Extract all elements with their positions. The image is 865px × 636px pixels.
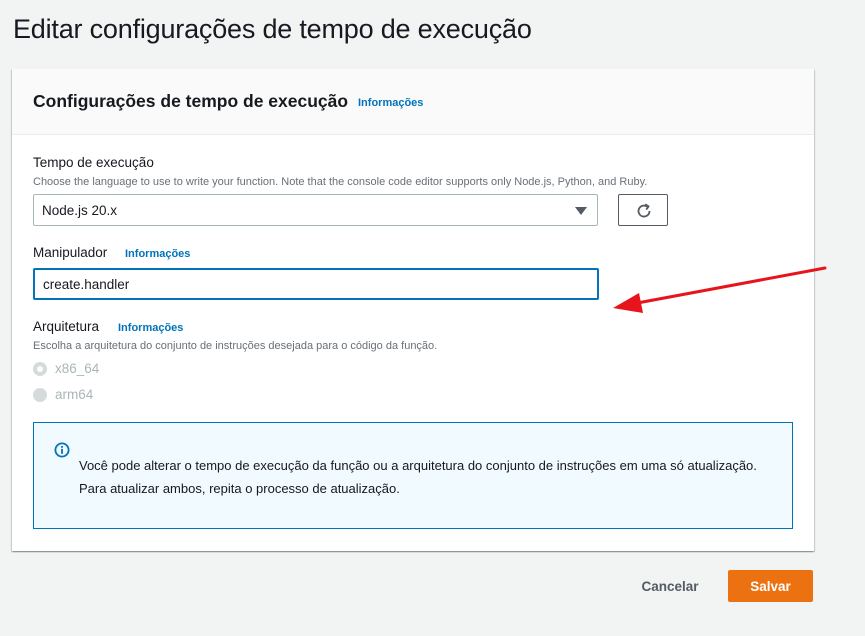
architecture-description: Escolha a arquitetura do conjunto de ins… (33, 340, 438, 352)
radio-x86-64[interactable] (33, 362, 47, 376)
info-alert-text: Você pode alterar o tempo de execução da… (79, 458, 757, 496)
card-header: Configurações de tempo de execução Infor… (12, 69, 814, 135)
radio-label-x86-64: x86_64 (55, 361, 100, 376)
radio-arm64[interactable] (33, 388, 47, 402)
page-title: Editar configurações de tempo de execuçã… (13, 14, 532, 44)
handler-label: Manipulador (33, 245, 108, 260)
runtime-settings-card: Configurações de tempo de execução Infor… (12, 69, 814, 551)
card-title: Configurações de tempo de execução (33, 91, 349, 111)
info-icon (54, 442, 70, 458)
radio-label-arm64: arm64 (55, 387, 94, 402)
handler-info-link[interactable]: Informações (125, 248, 190, 260)
caret-down-icon (575, 207, 587, 215)
save-button[interactable]: Salvar (728, 570, 813, 602)
runtime-select[interactable]: Node.js 20.x (33, 194, 598, 226)
runtime-description: Choose the language to use to write your… (33, 176, 648, 188)
handler-input[interactable] (33, 268, 599, 300)
runtime-label: Tempo de execução (33, 155, 154, 170)
cancel-button[interactable]: Cancelar (628, 570, 712, 602)
card-info-link[interactable]: Informações (358, 97, 423, 109)
info-alert: Você pode alterar o tempo de execução da… (33, 422, 793, 529)
runtime-select-value: Node.js 20.x (42, 203, 118, 218)
architecture-label: Arquitetura (33, 319, 100, 334)
refresh-icon (637, 203, 651, 218)
refresh-runtimes-button[interactable] (618, 194, 668, 226)
architecture-info-link[interactable]: Informações (118, 322, 183, 334)
